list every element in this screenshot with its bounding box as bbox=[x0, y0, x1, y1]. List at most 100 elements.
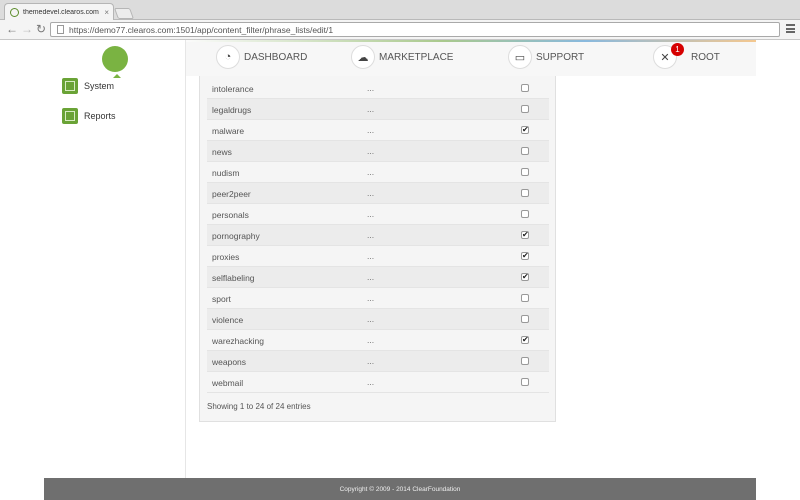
row-checkbox[interactable]: ✔ bbox=[521, 252, 529, 260]
address-bar[interactable]: https://demo77.clearos.com:1501/app/cont… bbox=[50, 22, 780, 37]
tab-title: themedevel.clearos.com bbox=[23, 8, 99, 16]
footer: Copyright © 2009 - 2014 ClearFoundation bbox=[44, 478, 756, 500]
row-description: ... bbox=[367, 104, 375, 114]
nav-support[interactable]: ▭ SUPPORT bbox=[508, 45, 584, 69]
table-row: violence... bbox=[207, 309, 549, 330]
row-name: sport bbox=[212, 294, 231, 304]
clearos-logo-icon[interactable] bbox=[102, 46, 128, 78]
cube-icon bbox=[62, 78, 78, 94]
row-description: ... bbox=[367, 188, 375, 198]
row-description: ... bbox=[367, 209, 375, 219]
row-description: ... bbox=[367, 83, 375, 93]
row-description: ... bbox=[367, 377, 375, 387]
forward-icon[interactable]: → bbox=[21, 22, 33, 36]
row-description: ... bbox=[367, 335, 375, 345]
check-icon: ✔ bbox=[522, 125, 529, 134]
right-gutter bbox=[756, 40, 800, 500]
page-icon bbox=[57, 25, 64, 34]
table-row: nudism... bbox=[207, 162, 549, 183]
row-checkbox[interactable]: ✔ bbox=[521, 126, 529, 134]
table-row: sport... bbox=[207, 288, 549, 309]
row-checkbox[interactable]: ✔ bbox=[521, 336, 529, 344]
browser-tab[interactable]: themedevel.clearos.com × bbox=[4, 3, 114, 20]
check-icon: ✔ bbox=[522, 272, 529, 281]
nav-label: MARKETPLACE bbox=[379, 51, 454, 63]
sidebar-item-system[interactable]: System bbox=[62, 78, 114, 94]
row-checkbox[interactable]: ✔ bbox=[521, 231, 529, 239]
nav-dashboard[interactable]: ◔ DASHBOARD bbox=[216, 45, 307, 69]
row-name: malware bbox=[212, 126, 245, 136]
copyright-text: Copyright © 2009 - 2014 ClearFoundation bbox=[339, 485, 461, 493]
cloud-download-icon: ☁ bbox=[351, 45, 375, 69]
nav-root[interactable]: ✕ 1 ROOT bbox=[653, 43, 720, 69]
sidebar-item-reports[interactable]: Reports bbox=[62, 108, 116, 124]
row-name: pornography bbox=[212, 231, 260, 241]
table-row: pornography... ✔ bbox=[207, 225, 549, 246]
favicon-icon bbox=[10, 7, 19, 17]
table-row: warezhacking... ✔ bbox=[207, 330, 549, 351]
row-description: ... bbox=[367, 314, 375, 324]
row-checkbox[interactable] bbox=[521, 378, 529, 386]
row-description: ... bbox=[367, 125, 375, 135]
row-checkbox[interactable] bbox=[521, 105, 529, 113]
phrase-list-table: intolerance... legaldrugs... malware... ✔ ne… bbox=[199, 76, 556, 422]
tools-glyph: ✕ bbox=[660, 51, 670, 64]
row-description: ... bbox=[367, 230, 375, 240]
notification-badge: 1 bbox=[671, 43, 684, 56]
nav-label: DASHBOARD bbox=[244, 51, 308, 63]
table-summary: Showing 1 to 24 of 24 entries bbox=[207, 402, 311, 411]
cube-icon bbox=[62, 108, 78, 124]
menu-icon[interactable] bbox=[786, 24, 795, 33]
accent-stripe bbox=[186, 40, 756, 42]
gauge-icon: ◔ bbox=[216, 45, 240, 69]
check-icon: ✔ bbox=[522, 335, 529, 344]
sidebar-item-label: System bbox=[84, 81, 115, 91]
row-checkbox[interactable] bbox=[521, 84, 529, 92]
table-row: peer2peer... bbox=[207, 183, 549, 204]
sidebar-item-label: Reports bbox=[84, 111, 116, 121]
row-name: legaldrugs bbox=[212, 105, 252, 115]
row-description: ... bbox=[367, 272, 375, 282]
nav-marketplace[interactable]: ☁ MARKETPLACE bbox=[351, 45, 453, 69]
row-checkbox[interactable]: ✔ bbox=[521, 273, 529, 281]
browser-toolbar: ← → ↻ https://demo77.clearos.com:1501/ap… bbox=[0, 20, 800, 40]
inbox-icon: ▭ bbox=[508, 45, 532, 69]
row-name: selflabeling bbox=[212, 273, 255, 283]
left-gutter bbox=[0, 40, 44, 500]
table-row: news... bbox=[207, 141, 549, 162]
row-checkbox[interactable] bbox=[521, 357, 529, 365]
url-text: https://demo77.clearos.com:1501/app/cont… bbox=[69, 24, 334, 35]
reload-icon[interactable]: ↻ bbox=[36, 22, 46, 36]
row-checkbox[interactable] bbox=[521, 294, 529, 302]
row-name: personals bbox=[212, 210, 249, 220]
row-name: proxies bbox=[212, 252, 240, 262]
row-checkbox[interactable] bbox=[521, 168, 529, 176]
row-checkbox[interactable] bbox=[521, 210, 529, 218]
table-row: proxies... ✔ bbox=[207, 246, 549, 267]
row-description: ... bbox=[367, 293, 375, 303]
row-name: weapons bbox=[212, 357, 247, 367]
tab-close-icon[interactable]: × bbox=[104, 8, 109, 17]
row-name: webmail bbox=[212, 378, 244, 388]
table-row: intolerance... bbox=[207, 78, 549, 99]
row-checkbox[interactable] bbox=[521, 189, 529, 197]
table-row: legaldrugs... bbox=[207, 99, 549, 120]
table-row: webmail... bbox=[207, 372, 549, 393]
back-icon[interactable]: ← bbox=[6, 22, 18, 36]
browser-tab-bar: themedevel.clearos.com × bbox=[0, 0, 800, 20]
new-tab-button[interactable] bbox=[113, 8, 135, 19]
row-description: ... bbox=[367, 356, 375, 366]
row-description: ... bbox=[367, 146, 375, 156]
row-checkbox[interactable] bbox=[521, 315, 529, 323]
row-name: warezhacking bbox=[212, 336, 264, 346]
table-row: weapons... bbox=[207, 351, 549, 372]
row-description: ... bbox=[367, 251, 375, 261]
row-checkbox[interactable] bbox=[521, 147, 529, 155]
row-name: intolerance bbox=[212, 84, 254, 94]
top-navigation: ◔ DASHBOARD ☁ MARKETPLACE ▭ SUPPORT ✕ 1 … bbox=[186, 40, 756, 76]
row-name: news bbox=[212, 147, 232, 157]
nav-label: SUPPORT bbox=[536, 51, 585, 63]
check-icon: ✔ bbox=[522, 251, 529, 260]
nav-label: ROOT bbox=[691, 51, 720, 63]
row-name: peer2peer bbox=[212, 189, 251, 199]
